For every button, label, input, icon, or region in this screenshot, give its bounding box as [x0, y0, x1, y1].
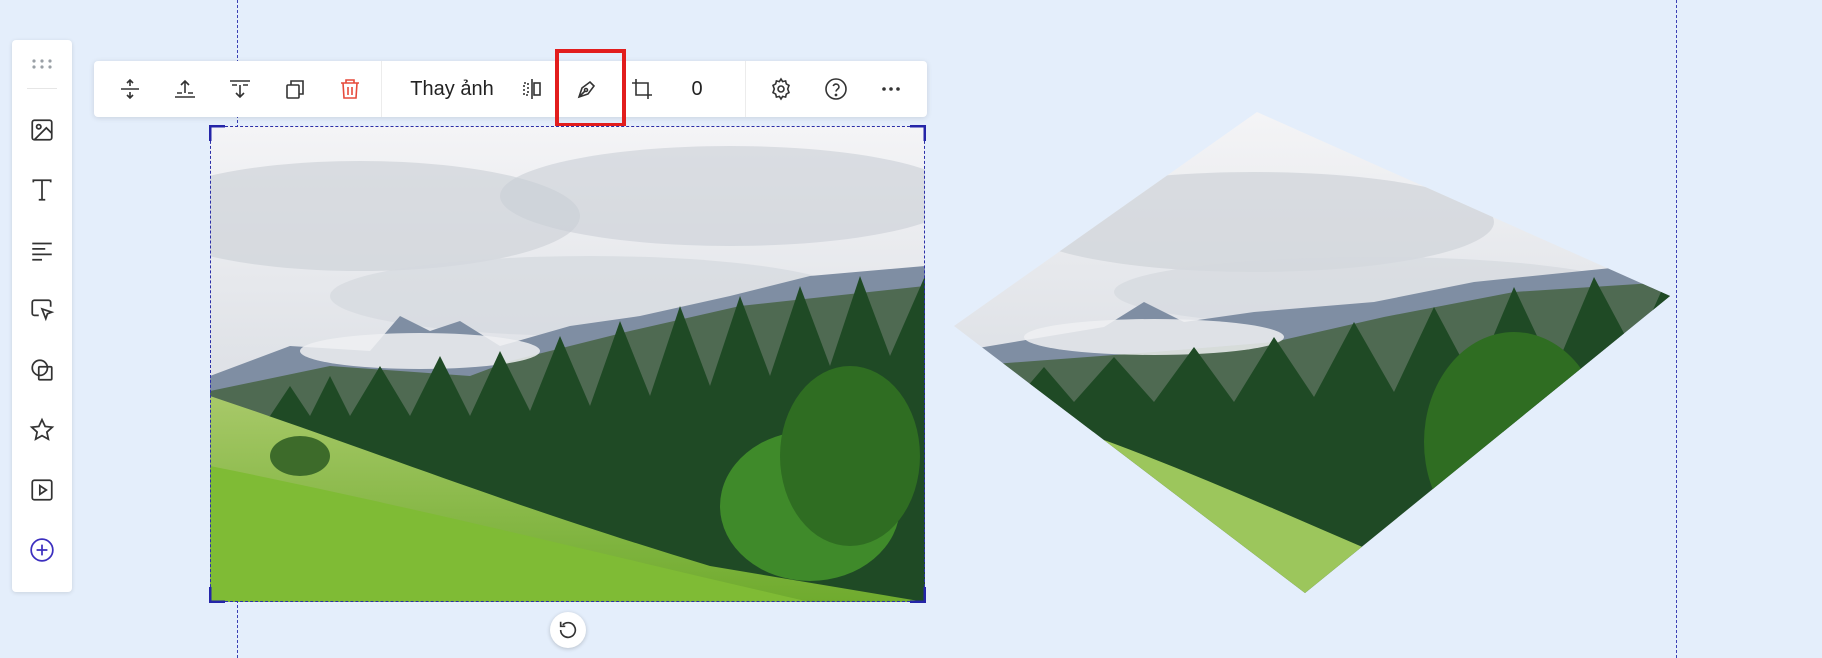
- toolbar-divider: [381, 61, 382, 117]
- replace-image-label: Thay ảnh: [410, 77, 494, 100]
- sidebar-item-video[interactable]: [12, 468, 72, 512]
- guide-line-right: [1676, 0, 1677, 658]
- sidebar-item-add[interactable]: [12, 528, 72, 572]
- diamond-masked-image[interactable]: [954, 112, 1670, 593]
- rotate-button[interactable]: [550, 612, 586, 648]
- button-cursor-icon: [31, 299, 55, 322]
- sidebar-item-icon[interactable]: [12, 408, 72, 452]
- flip-button[interactable]: [509, 61, 555, 117]
- duplicate-button[interactable]: [272, 61, 318, 117]
- help-icon: [825, 78, 847, 100]
- drag-handle-icon[interactable]: [12, 48, 72, 80]
- sidebar-item-paragraph[interactable]: [12, 228, 72, 272]
- settings-button[interactable]: [758, 61, 804, 117]
- help-button[interactable]: [813, 61, 859, 117]
- image-icon: [31, 119, 53, 141]
- resize-handle-top-left[interactable]: [209, 125, 225, 141]
- toolbar-divider: [745, 61, 746, 117]
- more-button[interactable]: [868, 61, 914, 117]
- text-icon: [32, 179, 52, 201]
- resize-vertical-icon: [121, 78, 139, 100]
- resize-handle-bottom-left[interactable]: [209, 587, 225, 603]
- delete-button[interactable]: [327, 61, 373, 117]
- gear-icon: [772, 77, 790, 101]
- duplicate-icon: [286, 80, 304, 99]
- align-top-icon: [175, 79, 195, 98]
- selection-border: [210, 126, 925, 602]
- star-icon: [29, 417, 55, 441]
- trash-icon: [341, 79, 359, 99]
- sidebar-item-button[interactable]: [12, 288, 72, 332]
- align-bottom-icon: [230, 80, 250, 99]
- element-toolbar: Thay ảnh 0: [94, 61, 927, 117]
- left-sidebar: [12, 40, 72, 592]
- rotate-icon: [559, 621, 577, 639]
- replace-image-button[interactable]: Thay ảnh: [397, 61, 507, 117]
- shape-icon: [31, 359, 53, 381]
- resize-height-button[interactable]: [107, 61, 153, 117]
- add-section-below-button[interactable]: [217, 61, 263, 117]
- flip-horizontal-icon: [523, 79, 541, 99]
- sidebar-separator: [27, 88, 57, 89]
- add-section-above-button[interactable]: [162, 61, 208, 117]
- resize-handle-top-right[interactable]: [910, 125, 926, 141]
- crop-icon: [632, 79, 652, 99]
- add-circle-icon: [30, 538, 54, 562]
- sidebar-item-text[interactable]: [12, 168, 72, 212]
- sidebar-item-image[interactable]: [12, 108, 72, 152]
- more-icon: [882, 87, 900, 91]
- resize-handle-bottom-right[interactable]: [910, 587, 926, 603]
- highlight-box: [555, 49, 626, 127]
- rotation-value[interactable]: 0: [674, 61, 720, 117]
- paragraph-icon: [32, 242, 52, 261]
- video-icon: [31, 479, 53, 501]
- sidebar-item-shape[interactable]: [12, 348, 72, 392]
